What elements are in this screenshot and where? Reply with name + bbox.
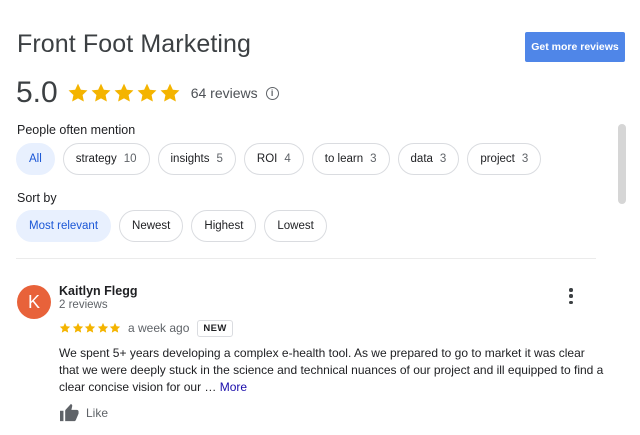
sort-options: Most relevant Newest Highest Lowest: [16, 210, 327, 242]
like-button[interactable]: Like: [59, 403, 108, 422]
review-date: a week ago: [128, 321, 190, 335]
chip-label: strategy: [75, 153, 117, 165]
scrollbar-thumb[interactable]: [618, 124, 626, 204]
chip-project[interactable]: project 3: [467, 143, 542, 175]
chip-all[interactable]: All: [16, 143, 55, 175]
chip-count: 10: [123, 153, 137, 165]
chip-count: 3: [439, 153, 447, 165]
review-count[interactable]: 64 reviews: [191, 85, 258, 101]
thumbs-up-icon: [60, 403, 79, 422]
chip-data[interactable]: data 3: [397, 143, 460, 175]
more-options-icon[interactable]: [565, 287, 577, 305]
chip-insights[interactable]: insights 5: [157, 143, 236, 175]
get-more-reviews-button[interactable]: Get more reviews: [525, 32, 625, 62]
star-icon: [114, 83, 134, 102]
chip-label: project: [480, 153, 515, 165]
chip-count: 5: [216, 153, 223, 165]
star-icon: [84, 322, 96, 333]
star-icon: [109, 322, 121, 333]
star-icon: [91, 83, 111, 102]
review-rating-line: a week ago NEW: [59, 319, 233, 337]
rating-score: 5.0: [16, 76, 58, 109]
sort-highest[interactable]: Highest: [191, 210, 257, 242]
rating-summary: 5.0 64 reviews i: [16, 75, 279, 111]
chip-to-learn[interactable]: to learn 3: [311, 143, 390, 175]
new-badge: NEW: [197, 319, 233, 337]
chip-label: All: [29, 153, 42, 165]
chip-count: 4: [284, 153, 291, 165]
sort-most-relevant[interactable]: Most relevant: [16, 210, 112, 242]
rating-stars: [67, 82, 181, 104]
star-icon: [137, 83, 157, 102]
chip-label: to learn: [324, 153, 364, 165]
chip-label: insights: [170, 153, 210, 165]
sort-newest[interactable]: Newest: [119, 210, 184, 242]
review-text: We spent 5+ years developing a complex e…: [59, 346, 604, 394]
more-link[interactable]: More: [220, 380, 247, 394]
reviewer-review-count: 2 reviews: [59, 299, 108, 311]
chip-count: 3: [521, 153, 529, 165]
reviewer-name[interactable]: Kaitlyn Flegg: [59, 284, 137, 298]
chip-count: 3: [370, 153, 377, 165]
star-icon: [160, 83, 180, 102]
like-label: Like: [86, 405, 109, 420]
info-icon[interactable]: i: [265, 86, 279, 100]
star-icon: [97, 322, 108, 333]
chip-label: ROI: [256, 153, 278, 165]
sort-lowest[interactable]: Lowest: [264, 210, 327, 242]
mentions-chips: All strategy 10 insights 5 ROI 4 to learn 3 …: [16, 143, 542, 175]
star-icon: [72, 322, 83, 333]
chip-roi[interactable]: ROI 4: [243, 143, 304, 175]
review-body: We spent 5+ years developing a complex e…: [59, 345, 604, 396]
business-title: Front Foot Marketing: [17, 30, 252, 58]
star-icon: [59, 322, 71, 333]
sort-label: Sort by: [17, 191, 57, 205]
chip-strategy[interactable]: strategy 10: [62, 143, 150, 175]
mentions-label: People often mention: [17, 123, 136, 137]
star-icon: [68, 83, 88, 102]
divider: [16, 258, 596, 259]
avatar[interactable]: K: [17, 285, 51, 319]
review-stars: [59, 322, 121, 334]
chip-label: data: [410, 153, 433, 165]
